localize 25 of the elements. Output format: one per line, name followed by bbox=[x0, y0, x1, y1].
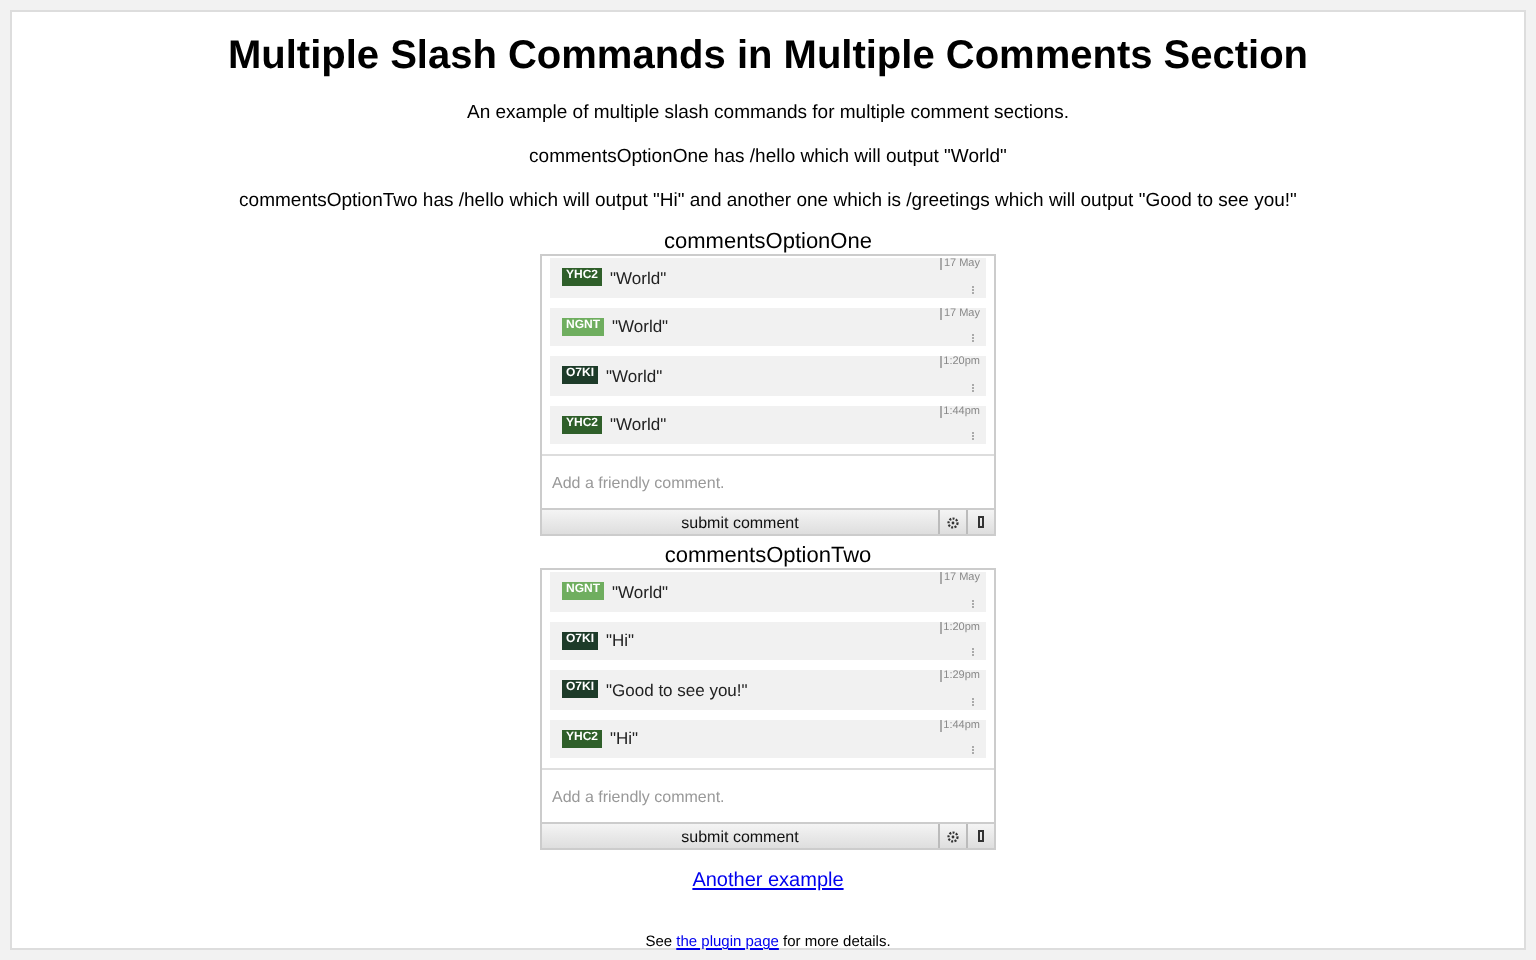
comment-text: "World" bbox=[606, 365, 663, 386]
fullscreen-button[interactable] bbox=[966, 824, 994, 848]
settings-icon bbox=[946, 515, 960, 529]
rectangle-icon bbox=[978, 830, 984, 842]
section-label: commentsOptionTwo bbox=[664, 546, 872, 568]
submit-button[interactable]: submit comment bbox=[542, 824, 938, 848]
comment-text: "Hi" bbox=[610, 728, 639, 749]
section-label: commentsOptionOne bbox=[664, 232, 872, 254]
submit-button[interactable]: submit comment bbox=[542, 510, 938, 534]
intro-text: commentsOptionOne has /hello which will output "World" bbox=[529, 146, 1007, 168]
comment-text: "World" bbox=[612, 581, 669, 602]
settings-button[interactable] bbox=[938, 510, 966, 534]
comment-text: "World" bbox=[610, 414, 667, 435]
comment-text: "Hi" bbox=[606, 630, 635, 651]
intro-text: An example of multiple slash commands for multiple comment sections. bbox=[467, 102, 1069, 124]
another-example-link[interactable]: Another example bbox=[692, 870, 844, 892]
comment-text: "World" bbox=[610, 267, 667, 288]
comment-text: "Good to see you!" bbox=[606, 679, 748, 700]
settings-button[interactable] bbox=[938, 824, 966, 848]
comment-text: "World" bbox=[612, 316, 669, 337]
page-title: Multiple Slash Commands in Multiple Comments Section bbox=[227, 34, 1309, 80]
intro-text: commentsOptionTwo has /hello which will output "Hi" and another one which is /greetings which will output "Good to see you!" bbox=[239, 190, 1297, 212]
settings-icon bbox=[946, 829, 960, 843]
rectangle-icon bbox=[978, 516, 984, 528]
fullscreen-button[interactable] bbox=[966, 510, 994, 534]
